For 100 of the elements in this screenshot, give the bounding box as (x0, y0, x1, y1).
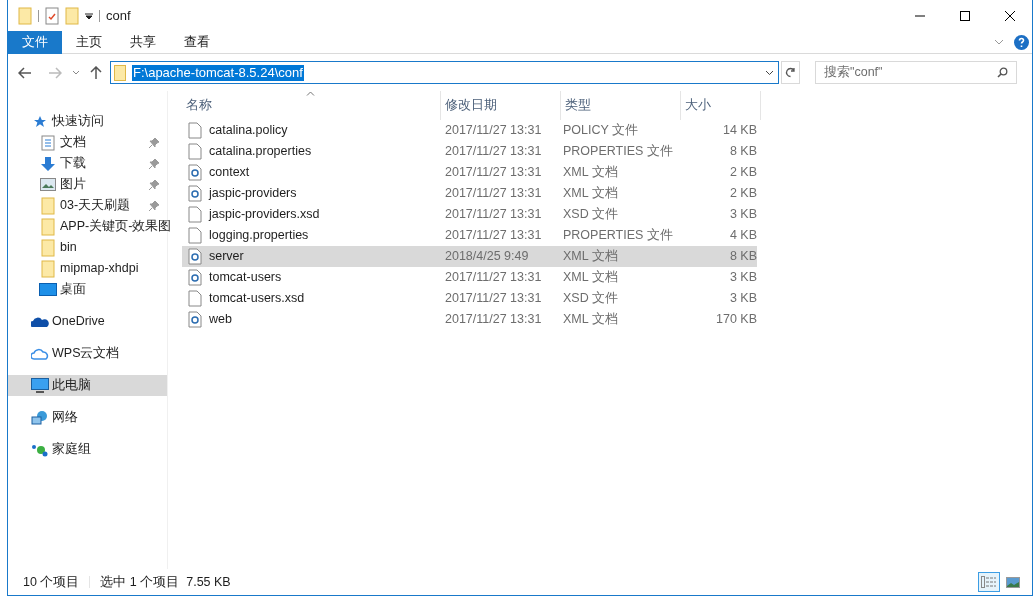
file-name: tomcat-users.xsd (209, 290, 305, 308)
type-cell-text: XML 文档 (562, 248, 619, 266)
date-cell-text: 2017/11/27 13:31 (444, 206, 543, 224)
column-header[interactable]: 类型 (561, 91, 681, 120)
sidebar-item[interactable]: mipmap-xhdpi (8, 258, 167, 279)
size-cell-text: 3 KB (728, 269, 757, 287)
date-cell-text: 2017/11/27 13:31 (444, 185, 543, 203)
sidebar-item[interactable]: 桌面 (8, 279, 167, 300)
sidebar-item[interactable]: 快速访问 (8, 111, 167, 132)
file-row[interactable]: context 2017/11/27 13:31 XML 文档 2 KB (182, 162, 757, 183)
file-name: tomcat-users (209, 269, 282, 287)
search-input[interactable]: 搜索"conf" (824, 63, 997, 82)
xml-file-icon (188, 248, 202, 265)
sidebar-item[interactable]: 文档 (8, 132, 167, 153)
size-cell-text: 8 KB (728, 143, 757, 161)
sidebar-item[interactable]: 网络 (8, 407, 167, 428)
file-icon (188, 290, 202, 307)
sidebar-label: OneDrive (52, 313, 105, 331)
ribbon-tab[interactable]: 查看 (170, 30, 224, 54)
file-row[interactable]: jaspic-providers.xsd 2017/11/27 13:31 XSD 文件 3 KB (182, 204, 757, 225)
file-row[interactable]: tomcat-users.xsd 2017/11/27 13:31 XSD 文件 3 KB (182, 288, 757, 309)
selection-info: 选中 1 个项目 7.55 KB (100, 573, 231, 591)
file-icon (188, 227, 202, 244)
sidebar-label: WPS云文档 (52, 345, 120, 363)
column-header[interactable]: 名称 (182, 91, 441, 120)
picture-icon (40, 178, 56, 191)
desktop-icon (39, 283, 57, 296)
size-cell-text: 14 KB (721, 122, 757, 140)
address-field[interactable]: F:\apache-tomcat-8.5.24\conf (110, 61, 779, 84)
type-cell-text: POLICY 文件 (562, 122, 640, 140)
dropdown-icon[interactable] (85, 11, 93, 20)
date-cell-text: 2017/11/27 13:31 (444, 290, 543, 308)
back-arrow-icon[interactable] (18, 66, 32, 79)
sidebar-label: 下载 (60, 155, 86, 173)
file-row[interactable]: tomcat-users 2017/11/27 13:31 XML 文档 3 KB (182, 267, 757, 288)
size-cell-text: 2 KB (728, 185, 757, 203)
file-row[interactable]: catalina.policy 2017/11/27 13:31 POLICY 文件 14 KB (182, 120, 757, 141)
sidebar-label: 03-天天刷题 (60, 197, 131, 215)
sidebar-item[interactable]: 此电脑 (8, 375, 167, 396)
column-header[interactable]: 修改日期 (441, 91, 561, 120)
file-row[interactable]: server 2018/4/25 9:49 XML 文档 8 KB (182, 246, 757, 267)
view-button[interactable] (978, 572, 1000, 592)
address-text: F:\apache-tomcat-8.5.24\conf (132, 64, 304, 81)
folder-icon (41, 238, 55, 257)
details-view-icon (981, 576, 997, 588)
size-cell-text: 2 KB (728, 164, 757, 182)
search-field[interactable]: 搜索"conf" (815, 61, 1017, 84)
xml-file-icon (188, 311, 202, 328)
sidebar-item[interactable]: OneDrive (8, 311, 167, 332)
xml-file-icon (188, 269, 202, 286)
file-row[interactable]: logging.properties 2017/11/27 13:31 PROPERTIES 文件 4 KB (182, 225, 757, 246)
sort-caret-icon (306, 91, 315, 96)
ribbon-tab[interactable]: 主页 (62, 30, 116, 54)
up-arrow-icon[interactable] (90, 65, 102, 80)
file-row[interactable]: jaspic-providers 2017/11/27 13:31 XML 文档 2 KB (182, 183, 757, 204)
computer-icon (31, 378, 49, 393)
thumbnail-view-icon (1006, 576, 1020, 588)
file-icon (188, 122, 202, 139)
size-cell-text: 3 KB (728, 206, 757, 224)
ribbon-tab[interactable]: 共享 (116, 30, 170, 54)
type-cell-text: XML 文档 (562, 269, 619, 287)
type-cell-text: XML 文档 (562, 311, 619, 329)
file-row[interactable]: web 2017/11/27 13:31 XML 文档 170 KB (182, 309, 757, 330)
chevron-down-icon[interactable] (765, 69, 774, 76)
column-header[interactable]: 大小 (681, 91, 761, 120)
cloud-icon (31, 347, 49, 360)
network-icon (31, 409, 49, 426)
date-cell-text: 2017/11/27 13:31 (444, 269, 543, 287)
search-icon (997, 67, 1008, 78)
maximize-icon (959, 10, 970, 21)
file-name: jaspic-providers.xsd (209, 206, 320, 224)
sidebar-label: APP-关键页-效果图 (60, 218, 172, 236)
sidebar-label: 快速访问 (52, 113, 104, 131)
sidebar-label: 家庭组 (52, 441, 91, 459)
size-cell-text: 3 KB (728, 290, 757, 308)
date-cell-text: 2017/11/27 13:31 (444, 143, 543, 161)
help-icon[interactable] (1014, 34, 1029, 50)
xml-file-icon (188, 164, 202, 181)
date-cell-text: 2017/11/27 13:31 (444, 311, 543, 329)
size-cell-text: 4 KB (728, 227, 757, 245)
sidebar-item[interactable]: 图片 (8, 174, 167, 195)
file-row[interactable]: catalina.properties 2017/11/27 13:31 PROPERTIES 文件 8 KB (182, 141, 757, 162)
refresh-button[interactable] (781, 61, 800, 84)
folder-icon (65, 6, 79, 25)
sidebar-item[interactable]: 家庭组 (8, 439, 167, 460)
ribbon-tab[interactable]: 文件 (8, 30, 62, 54)
homegroup-icon (31, 442, 49, 457)
date-cell-text: 2017/11/27 13:31 (444, 122, 543, 140)
file-icon (188, 143, 202, 160)
sidebar-item[interactable]: 03-天天刷题 (8, 195, 167, 216)
type-cell-text: PROPERTIES 文件 (562, 227, 674, 245)
properties-icon[interactable] (45, 6, 59, 25)
folder-icon (41, 217, 55, 236)
sidebar-item[interactable]: WPS云文档 (8, 343, 167, 364)
date-cell-text: 2018/4/25 9:49 (444, 248, 530, 266)
xml-file-icon (188, 185, 202, 202)
sidebar-item[interactable]: bin (8, 237, 167, 258)
sidebar-label: 图片 (60, 176, 86, 194)
file-name: catalina.policy (209, 122, 288, 140)
sidebar-item[interactable]: 下载 (8, 153, 167, 174)
